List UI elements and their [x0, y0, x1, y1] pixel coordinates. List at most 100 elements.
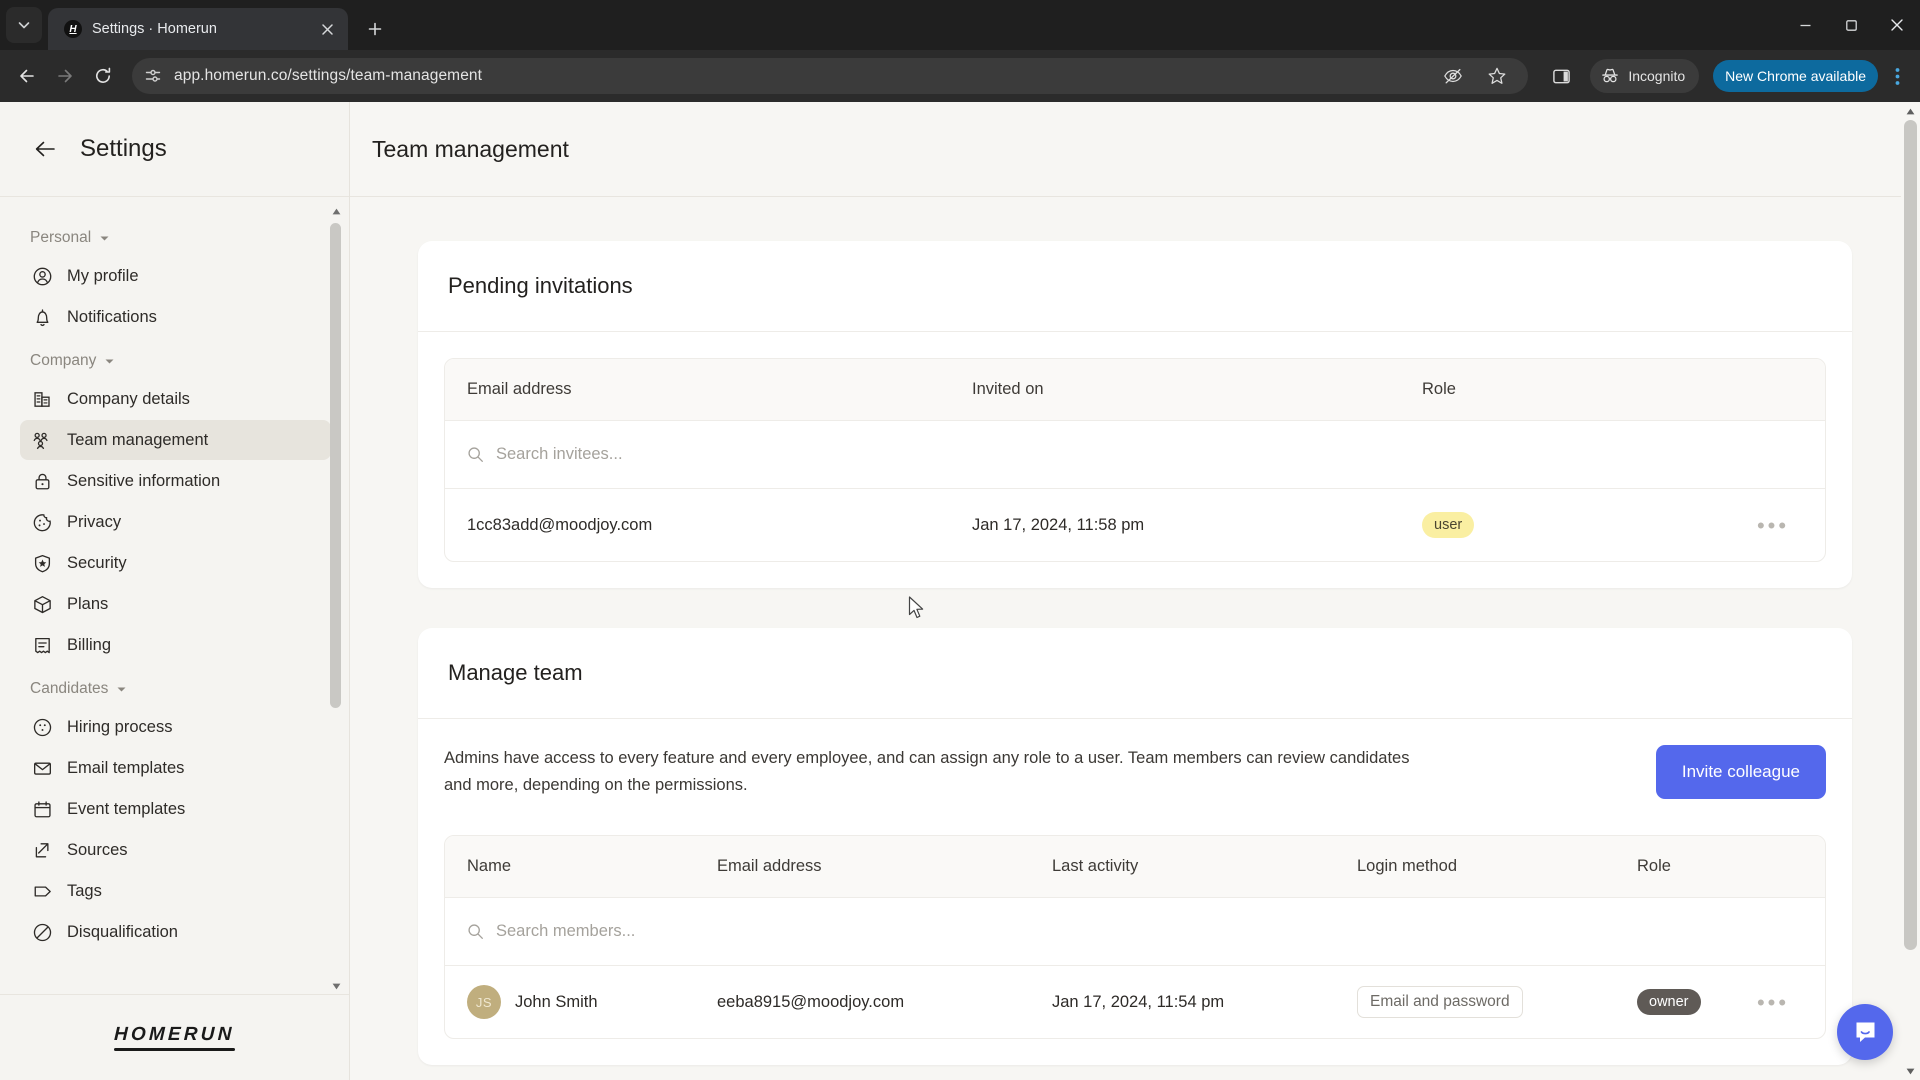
- content-body: Pending invitations Email address Invite…: [350, 197, 1920, 1065]
- sidebar-item-email-templates[interactable]: Email templates: [20, 748, 331, 788]
- invitee-invited-on: Jan 17, 2024, 11:58 pm: [972, 515, 1145, 534]
- bookmark-button[interactable]: [1482, 61, 1512, 91]
- pending-invitations-table: Email address Invited on Role Search inv…: [444, 358, 1826, 562]
- close-window-button[interactable]: [1874, 0, 1920, 50]
- kebab-menu-icon: [1895, 67, 1899, 85]
- browser-tab[interactable]: H Settings · Homerun: [48, 8, 348, 50]
- sidebar-item-privacy[interactable]: Privacy: [20, 502, 331, 542]
- homerun-logo: HOMERUN: [114, 1024, 235, 1051]
- sidebar-item-label: Disqualification: [67, 922, 178, 941]
- tab-search-area: [0, 0, 48, 50]
- sidebar-item-hiring-process[interactable]: Hiring process: [20, 707, 331, 747]
- role-badge: owner: [1637, 989, 1701, 1015]
- star-icon: [1488, 67, 1506, 84]
- scroll-down-arrow[interactable]: [328, 978, 344, 994]
- members-search-row[interactable]: [445, 898, 1825, 966]
- reload-button[interactable]: [86, 59, 120, 93]
- invite-colleague-button[interactable]: Invite colleague: [1655, 745, 1826, 799]
- side-panel-button[interactable]: [1544, 59, 1578, 93]
- invitees-search-row[interactable]: [445, 421, 1825, 489]
- face-icon: [31, 716, 53, 738]
- sidebar-item-label: Event templates: [67, 799, 186, 818]
- search-icon: [468, 924, 483, 939]
- member-row-menu-button[interactable]: •••: [1743, 989, 1803, 1015]
- sidebar-item-sources[interactable]: Sources: [20, 830, 331, 870]
- sidebar-scroll-thumb[interactable]: [330, 223, 341, 708]
- forward-button[interactable]: [48, 59, 82, 93]
- sidebar-footer: HOMERUN: [0, 994, 349, 1080]
- search-members-input[interactable]: [496, 922, 1803, 941]
- kebab-menu-icon: •••: [1756, 989, 1790, 1015]
- caret-down-icon: [1906, 1068, 1915, 1074]
- sidebar-scrollbar[interactable]: [328, 203, 344, 994]
- page-scrollbar[interactable]: [1901, 102, 1920, 1080]
- arrow-out-box-icon: [31, 839, 53, 861]
- back-button[interactable]: [10, 59, 44, 93]
- close-tab-button[interactable]: [316, 18, 338, 40]
- chevron-down-icon: [105, 359, 114, 363]
- calendar-icon: [31, 798, 53, 820]
- browser-menu-button[interactable]: [1884, 59, 1910, 93]
- login-method-chip: Email and password: [1357, 986, 1523, 1018]
- people-icon: [31, 429, 53, 451]
- sidebar-item-event-templates[interactable]: Event templates: [20, 789, 331, 829]
- url-text: app.homerun.co/settings/team-management: [174, 67, 483, 84]
- box-icon: [31, 593, 53, 615]
- page-scroll-thumb[interactable]: [1904, 120, 1917, 950]
- invitee-row-menu-button[interactable]: •••: [1743, 514, 1803, 536]
- member-name-cell: JS John Smith: [467, 985, 717, 1019]
- address-bar[interactable]: app.homerun.co/settings/team-management: [132, 58, 1529, 94]
- third-party-cookies-button[interactable]: [1438, 61, 1468, 91]
- sidebar-item-sensitive-information[interactable]: Sensitive information: [20, 461, 331, 501]
- sidebar-item-tags[interactable]: Tags: [20, 871, 331, 911]
- incognito-label: Incognito: [1628, 68, 1686, 84]
- homerun-logo-text: HOMERUN: [113, 1024, 236, 1045]
- sidebar-group-label: Candidates: [30, 680, 109, 697]
- close-icon: [321, 23, 333, 35]
- sidebar-item-plans[interactable]: Plans: [20, 584, 331, 624]
- page-scroll-down-arrow[interactable]: [1901, 1062, 1920, 1080]
- sidebar-group-company[interactable]: Company: [0, 338, 349, 378]
- scroll-up-arrow[interactable]: [328, 203, 344, 219]
- no-entry-icon: [31, 921, 53, 943]
- sidebar-item-my-profile[interactable]: My profile: [20, 256, 331, 296]
- chrome-update-button[interactable]: New Chrome available: [1713, 60, 1878, 92]
- member-last-activity: Jan 17, 2024, 11:54 pm: [1052, 992, 1225, 1011]
- invitee-email: 1cc83add@moodjoy.com: [467, 515, 653, 534]
- tag-icon: [31, 880, 53, 902]
- column-header-name: Name: [467, 857, 512, 875]
- pending-invitations-card: Pending invitations Email address Invite…: [418, 241, 1852, 588]
- sidebar-group-personal[interactable]: Personal: [0, 215, 349, 255]
- sidebar-item-security[interactable]: Security: [20, 543, 331, 583]
- chevron-down-icon: [117, 687, 126, 691]
- minimize-icon: [1800, 24, 1810, 26]
- search-invitees-input[interactable]: [496, 445, 1803, 464]
- minimize-button[interactable]: [1782, 0, 1828, 50]
- sidebar-item-notifications[interactable]: Notifications: [20, 297, 331, 337]
- table-row[interactable]: JS John Smith eeba8915@moodjoy.com Jan 1…: [445, 966, 1825, 1038]
- sidebar-back-button[interactable]: [30, 134, 60, 164]
- close-icon: [1891, 19, 1903, 31]
- table-row[interactable]: 1cc83add@moodjoy.com Jan 17, 2024, 11:58…: [445, 489, 1825, 561]
- intercom-launcher-button[interactable]: [1837, 1004, 1893, 1060]
- sidebar-group-candidates[interactable]: Candidates: [0, 666, 349, 706]
- sidebar-item-disqualification[interactable]: Disqualification: [20, 912, 331, 952]
- maximize-button[interactable]: [1828, 0, 1874, 50]
- site-settings-icon[interactable]: [144, 67, 162, 85]
- caret-down-icon: [332, 983, 340, 989]
- team-members-table: Name Email address Last activity Login m…: [444, 835, 1826, 1039]
- bell-icon: [31, 306, 53, 328]
- tab-search-button[interactable]: [6, 7, 42, 43]
- sidebar-header: Settings: [0, 102, 349, 197]
- page-scroll-up-arrow[interactable]: [1901, 102, 1920, 120]
- incognito-indicator[interactable]: Incognito: [1590, 59, 1700, 93]
- new-tab-button[interactable]: [358, 12, 392, 46]
- sidebar-title: Settings: [80, 135, 167, 162]
- plus-icon: [368, 22, 382, 36]
- sidebar-item-company-details[interactable]: Company details: [20, 379, 331, 419]
- caret-up-icon: [332, 208, 340, 214]
- side-panel-icon: [1553, 69, 1570, 83]
- browser-window: H Settings · Homerun app.homerun.co/sett…: [0, 0, 1920, 1080]
- sidebar-item-billing[interactable]: Billing: [20, 625, 331, 665]
- sidebar-item-team-management[interactable]: Team management: [20, 420, 331, 460]
